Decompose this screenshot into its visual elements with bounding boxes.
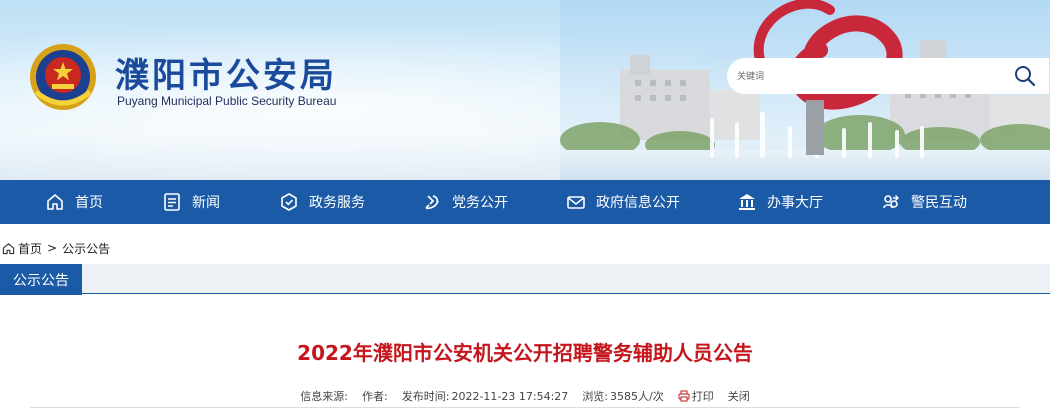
article-title: 2022年濮阳市公安机关公开招聘警务辅助人员公告: [297, 341, 753, 365]
interaction-icon: [883, 195, 899, 209]
nav-item-label: 党务公开: [452, 195, 508, 211]
news-icon: [164, 193, 180, 211]
search-input[interactable]: [737, 71, 1007, 81]
nav-item-gov-info[interactable]: 政府信息公开: [566, 180, 680, 224]
nav-item-label: 首页: [75, 195, 103, 211]
nav-item-interaction[interactable]: 警民互动: [881, 180, 967, 224]
party-icon: [425, 195, 439, 210]
nav-item-home[interactable]: 首页: [45, 180, 103, 224]
nav-item-party-affairs[interactable]: 党务公开: [422, 180, 508, 224]
home-icon: [2, 242, 15, 254]
home-icon: [47, 194, 63, 210]
main-nav: 首页 新闻 政务服务 党务公开 政府信息公开 办事大厅 警民互动: [0, 180, 1050, 224]
nav-item-label: 办事大厅: [767, 195, 823, 211]
nav-item-label: 新闻: [192, 195, 220, 211]
breadcrumb-current-link[interactable]: 公示公告: [62, 240, 110, 257]
breadcrumb: 首页 > 公示公告: [0, 236, 1050, 260]
site-title: 濮阳市公安局: [115, 56, 337, 96]
nav-item-service-hall[interactable]: 办事大厅: [737, 180, 823, 224]
nav-item-label: 政务服务: [309, 195, 365, 211]
meta-published-label: 发布时间:: [401, 390, 450, 403]
meta-published: 发布时间: 2022-11-23 17:54:27: [402, 388, 569, 404]
section-tab: 公示公告: [0, 264, 82, 295]
header-banner: 濮阳市公安局 Puyang Municipal Public Security …: [0, 0, 1050, 180]
print-label: 打印: [691, 390, 714, 403]
nav-item-label: 警民互动: [911, 195, 967, 211]
site-subtitle: Puyang Municipal Public Security Bureau: [117, 94, 337, 108]
meta-views-value: 3585人/次: [610, 390, 664, 403]
breadcrumb-home-link[interactable]: 首页: [18, 240, 42, 257]
meta-author-label: 作者:: [362, 390, 388, 403]
service-icon: [281, 193, 297, 211]
meta-views-label: 浏览:: [582, 390, 608, 403]
breadcrumb-separator: >: [47, 241, 58, 255]
nav-item-label: 政府信息公开: [596, 195, 680, 211]
article-meta: 信息来源: 作者: 发布时间: 2022-11-23 17:54:27 浏览: 35…: [0, 388, 1050, 404]
mail-icon: [567, 196, 585, 209]
nav-item-news[interactable]: 新闻: [162, 180, 220, 224]
meta-views: 浏览: 3585人/次: [582, 388, 663, 404]
search-box: [727, 58, 1049, 94]
hall-icon: [739, 194, 755, 210]
printer-icon: [678, 390, 690, 402]
meta-source-label: 信息来源:: [300, 390, 349, 403]
meta-published-value: 2022-11-23 17:54:27: [451, 390, 569, 403]
section-strip: [0, 264, 1050, 294]
divider: [30, 407, 1020, 408]
nav-item-gov-service[interactable]: 政务服务: [279, 180, 365, 224]
search-icon[interactable]: [1013, 64, 1037, 88]
police-emblem-icon: [30, 44, 96, 110]
print-button[interactable]: 打印: [678, 388, 714, 404]
close-button[interactable]: 关闭: [728, 388, 750, 404]
